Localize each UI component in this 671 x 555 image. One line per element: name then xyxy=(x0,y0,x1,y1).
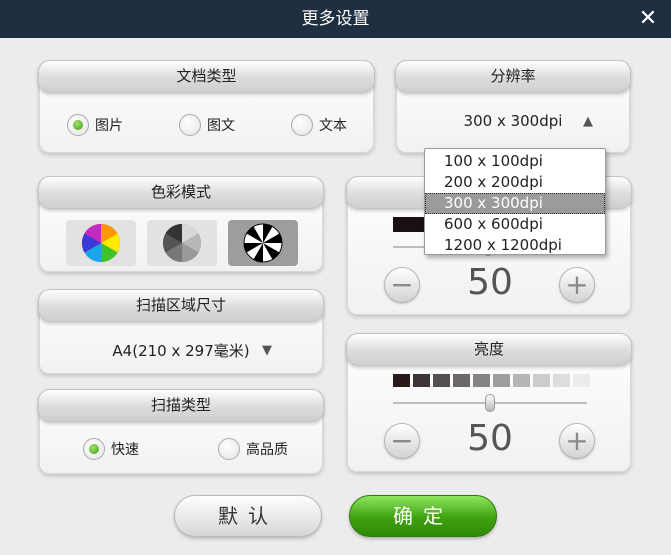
brightness-title: 亮度 xyxy=(346,333,632,366)
color-mode-color[interactable] xyxy=(66,220,136,266)
resolution-select[interactable]: 300 x 300dpi ▲ xyxy=(407,110,619,132)
color-mode-black-white[interactable] xyxy=(228,220,298,266)
brightness-swatch xyxy=(473,374,490,387)
window-title: 更多设置 xyxy=(301,9,370,29)
scan-area-panel: 扫描区域尺寸 A4(210 x 297毫米) ▼ xyxy=(38,289,324,374)
triangle-up-icon: ▲ xyxy=(583,113,593,129)
close-icon[interactable]: ✕ xyxy=(635,6,661,32)
color-wheel-icon xyxy=(81,223,121,263)
radio-label: 图片 xyxy=(95,118,123,134)
triangle-down-icon: ▼ xyxy=(262,342,272,358)
brightness-swatch xyxy=(553,374,570,387)
radio-empty-icon xyxy=(179,114,201,136)
brightness-gradient-strip xyxy=(393,374,593,387)
brightness-swatch xyxy=(573,374,590,387)
doc-type-option-image-text[interactable]: 图文 xyxy=(179,114,235,136)
resolution-option[interactable]: 200 x 200dpi xyxy=(425,172,605,193)
resolution-panel: 分辨率 300 x 300dpi ▲ xyxy=(395,60,631,153)
brightness-swatch xyxy=(493,374,510,387)
radio-label: 高品质 xyxy=(246,442,288,458)
brightness-swatch xyxy=(513,374,530,387)
scan-type-option-high-quality[interactable]: 高品质 xyxy=(218,438,288,460)
radio-empty-icon xyxy=(218,438,240,460)
title-bar: 更多设置 ✕ xyxy=(0,0,671,38)
brightness-swatch xyxy=(393,374,410,387)
color-mode-grayscale[interactable] xyxy=(147,220,217,266)
resolution-option[interactable]: 100 x 100dpi xyxy=(425,151,605,172)
doc-type-option-image[interactable]: 图片 xyxy=(67,114,123,136)
radio-empty-icon xyxy=(291,114,313,136)
scan-area-value: A4(210 x 297毫米) xyxy=(112,341,250,360)
doc-type-panel: 文档类型 图片 图文 文本 xyxy=(38,60,375,153)
radio-label: 快速 xyxy=(111,442,139,458)
brightness-swatch xyxy=(453,374,470,387)
grayscale-wheel-icon xyxy=(162,223,202,263)
resolution-value: 300 x 300dpi xyxy=(463,112,563,130)
brightness-value: 50 xyxy=(467,418,513,459)
radio-label: 文本 xyxy=(319,118,347,134)
brightness-swatch xyxy=(433,374,450,387)
black-white-wheel-icon xyxy=(243,223,283,263)
contrast-value: 50 xyxy=(467,262,513,303)
resolution-title: 分辨率 xyxy=(395,60,631,93)
brightness-plus-button[interactable]: + xyxy=(559,423,595,459)
scan-type-title: 扫描类型 xyxy=(38,389,324,422)
color-mode-title: 色彩模式 xyxy=(38,176,324,209)
scan-type-panel: 扫描类型 快速 高品质 xyxy=(38,389,324,474)
doc-type-option-text[interactable]: 文本 xyxy=(291,114,347,136)
contrast-plus-button[interactable]: + xyxy=(559,267,595,303)
resolution-option[interactable]: 300 x 300dpi xyxy=(425,193,605,214)
resolution-option[interactable]: 1200 x 1200dpi xyxy=(425,235,605,256)
scan-area-select[interactable]: A4(210 x 297毫米) ▼ xyxy=(50,339,312,361)
radio-selected-icon xyxy=(83,438,105,460)
ok-button[interactable]: 确定 xyxy=(349,495,497,537)
brightness-minus-button[interactable]: − xyxy=(384,423,420,459)
brightness-slider-thumb[interactable] xyxy=(485,394,495,412)
scan-type-option-fast[interactable]: 快速 xyxy=(83,438,139,460)
brightness-panel: 亮度 − 50 + xyxy=(346,333,632,472)
doc-type-title: 文档类型 xyxy=(38,60,375,93)
default-button[interactable]: 默认 xyxy=(174,495,322,537)
resolution-option[interactable]: 600 x 600dpi xyxy=(425,214,605,235)
brightness-swatch xyxy=(533,374,550,387)
resolution-dropdown-list: 100 x 100dpi 200 x 200dpi 300 x 300dpi 600 … xyxy=(424,148,606,255)
radio-selected-icon xyxy=(67,114,89,136)
scan-area-title: 扫描区域尺寸 xyxy=(38,289,324,322)
contrast-minus-button[interactable]: − xyxy=(384,267,420,303)
color-mode-panel: 色彩模式 xyxy=(38,176,324,272)
radio-label: 图文 xyxy=(207,118,235,134)
brightness-swatch xyxy=(413,374,430,387)
